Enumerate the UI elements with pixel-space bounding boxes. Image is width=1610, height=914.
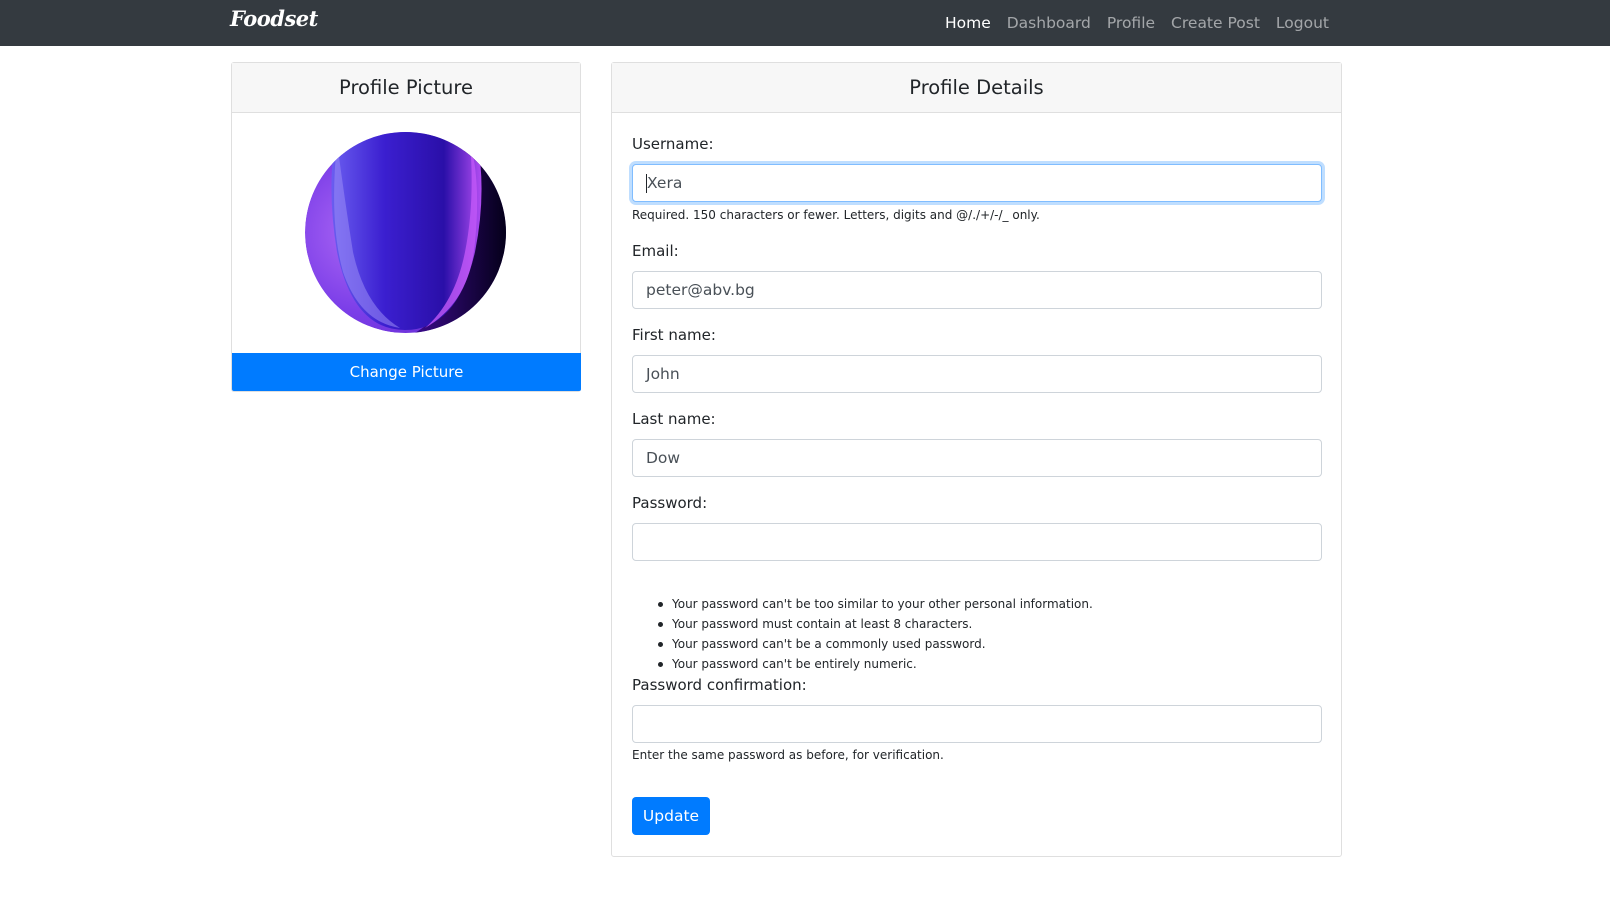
password-rule: Your password must contain at least 8 ch…: [658, 614, 1093, 634]
nav-links: Home Dashboard Profile Create Post Logou…: [945, 0, 1329, 46]
update-button[interactable]: Update: [632, 797, 710, 835]
top-navbar: Foodset Home Dashboard Profile Create Po…: [0, 0, 1610, 46]
password-label: Password:: [632, 494, 708, 512]
last-name-label: Last name:: [632, 410, 716, 428]
password-confirmation-input[interactable]: [632, 705, 1322, 743]
first-name-input[interactable]: John: [632, 355, 1322, 393]
avatar-graphic: [305, 132, 506, 333]
brand-logo[interactable]: Foodset: [230, 6, 318, 31]
nav-link-home[interactable]: Home: [945, 14, 991, 32]
nav-link-logout[interactable]: Logout: [1276, 14, 1329, 32]
password-rules-list: Your password can't be too similar to yo…: [658, 594, 1093, 674]
first-name-value: John: [646, 365, 680, 383]
profile-details-title: Profile Details: [612, 63, 1341, 113]
password-confirmation-help-text: Enter the same password as before, for v…: [632, 748, 944, 762]
nav-link-create-post[interactable]: Create Post: [1171, 14, 1260, 32]
username-help-text: Required. 150 characters or fewer. Lette…: [632, 208, 1040, 222]
first-name-label: First name:: [632, 326, 716, 344]
email-label: Email:: [632, 242, 679, 260]
profile-picture-title: Profile Picture: [232, 63, 580, 113]
username-label: Username:: [632, 135, 714, 153]
profile-details-card: Profile Details Username: Xera Required.…: [611, 62, 1342, 857]
change-picture-button[interactable]: Change Picture: [232, 353, 581, 391]
nav-link-profile[interactable]: Profile: [1107, 14, 1155, 32]
username-input[interactable]: Xera: [632, 164, 1322, 202]
username-value: Xera: [647, 174, 683, 192]
nav-link-dashboard[interactable]: Dashboard: [1007, 14, 1091, 32]
password-input[interactable]: [632, 523, 1322, 561]
email-value: peter@abv.bg: [646, 281, 755, 299]
last-name-value: Dow: [646, 449, 681, 467]
avatar-image: [305, 132, 506, 333]
last-name-input[interactable]: Dow: [632, 439, 1322, 477]
password-rule: Your password can't be a commonly used p…: [658, 634, 1093, 654]
password-confirmation-label: Password confirmation:: [632, 676, 807, 694]
password-rule: Your password can't be entirely numeric.: [658, 654, 1093, 674]
email-input[interactable]: peter@abv.bg: [632, 271, 1322, 309]
password-rule: Your password can't be too similar to yo…: [658, 594, 1093, 614]
profile-picture-card: Profile Picture Change Picture: [231, 62, 581, 392]
